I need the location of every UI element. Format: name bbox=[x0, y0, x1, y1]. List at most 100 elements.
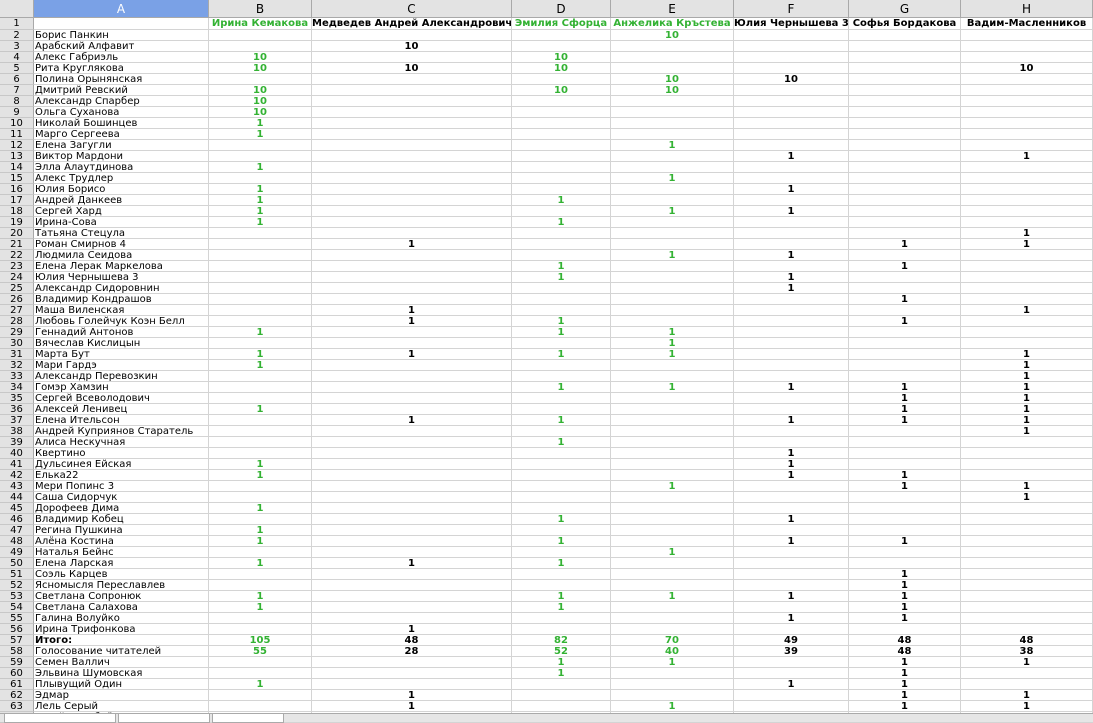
value-cell[interactable]: 1 bbox=[849, 294, 961, 305]
value-cell[interactable] bbox=[734, 558, 849, 569]
value-cell[interactable] bbox=[209, 272, 312, 283]
value-cell[interactable] bbox=[734, 371, 849, 382]
value-cell[interactable] bbox=[512, 701, 611, 712]
name-cell[interactable]: Алиса Нескучная bbox=[34, 437, 209, 448]
value-cell[interactable] bbox=[312, 294, 512, 305]
value-cell[interactable] bbox=[734, 239, 849, 250]
value-cell[interactable] bbox=[512, 448, 611, 459]
value-cell[interactable] bbox=[734, 217, 849, 228]
row-header[interactable]: 26 bbox=[0, 294, 34, 305]
value-cell[interactable] bbox=[961, 74, 1093, 85]
value-cell[interactable] bbox=[209, 580, 312, 591]
name-cell[interactable]: Полина Орынянская bbox=[34, 74, 209, 85]
value-cell[interactable] bbox=[512, 283, 611, 294]
value-cell[interactable] bbox=[611, 624, 734, 635]
value-cell[interactable] bbox=[512, 30, 611, 41]
value-cell[interactable] bbox=[849, 459, 961, 470]
value-cell[interactable] bbox=[849, 448, 961, 459]
value-cell[interactable] bbox=[312, 74, 512, 85]
value-cell[interactable] bbox=[961, 85, 1093, 96]
value-cell[interactable]: 1 bbox=[611, 481, 734, 492]
name-cell[interactable]: Алёна Костина bbox=[34, 536, 209, 547]
value-cell[interactable]: 1 bbox=[734, 250, 849, 261]
name-cell[interactable]: Саша Сидорчук bbox=[34, 492, 209, 503]
value-cell[interactable]: 70 bbox=[611, 635, 734, 646]
value-cell[interactable] bbox=[611, 129, 734, 140]
value-cell[interactable] bbox=[512, 151, 611, 162]
row-header[interactable]: 38 bbox=[0, 426, 34, 437]
name-cell[interactable]: Елена Загугли bbox=[34, 140, 209, 151]
value-cell[interactable] bbox=[312, 503, 512, 514]
value-cell[interactable] bbox=[611, 371, 734, 382]
name-cell[interactable]: Плывущий Один bbox=[34, 679, 209, 690]
value-cell[interactable]: 1 bbox=[611, 327, 734, 338]
value-cell[interactable] bbox=[961, 283, 1093, 294]
name-cell[interactable]: Лель Серый bbox=[34, 701, 209, 712]
name-cell[interactable]: Владимир Кобец bbox=[34, 514, 209, 525]
value-cell[interactable]: 1 bbox=[849, 690, 961, 701]
value-cell[interactable] bbox=[512, 679, 611, 690]
value-cell[interactable] bbox=[611, 261, 734, 272]
value-cell[interactable] bbox=[961, 470, 1093, 481]
value-cell[interactable]: 1 bbox=[849, 701, 961, 712]
value-cell[interactable] bbox=[512, 184, 611, 195]
value-cell[interactable] bbox=[611, 514, 734, 525]
value-cell[interactable]: 1 bbox=[312, 415, 512, 426]
value-cell[interactable]: 1 bbox=[512, 415, 611, 426]
name-cell[interactable]: Мари Гардэ bbox=[34, 360, 209, 371]
value-cell[interactable] bbox=[961, 327, 1093, 338]
row-header[interactable]: 24 bbox=[0, 272, 34, 283]
value-cell[interactable]: 49 bbox=[734, 635, 849, 646]
value-cell[interactable] bbox=[611, 492, 734, 503]
row-header[interactable]: 5 bbox=[0, 63, 34, 74]
cell-a1[interactable] bbox=[34, 18, 209, 30]
value-cell[interactable] bbox=[312, 679, 512, 690]
value-cell[interactable] bbox=[312, 492, 512, 503]
value-cell[interactable] bbox=[849, 107, 961, 118]
value-cell[interactable] bbox=[734, 338, 849, 349]
name-cell[interactable]: Арабский Алфавит bbox=[34, 41, 209, 52]
row-header[interactable]: 36 bbox=[0, 404, 34, 415]
value-cell[interactable]: 52 bbox=[512, 646, 611, 657]
value-cell[interactable] bbox=[961, 261, 1093, 272]
value-cell[interactable] bbox=[512, 470, 611, 481]
value-cell[interactable] bbox=[849, 162, 961, 173]
value-cell[interactable] bbox=[734, 404, 849, 415]
value-cell[interactable] bbox=[611, 162, 734, 173]
value-cell[interactable] bbox=[512, 140, 611, 151]
value-cell[interactable] bbox=[734, 492, 849, 503]
name-cell[interactable]: Мери Попинс 3 bbox=[34, 481, 209, 492]
value-cell[interactable] bbox=[209, 294, 312, 305]
name-cell[interactable]: Гомэр Хамзин bbox=[34, 382, 209, 393]
value-cell[interactable]: 1 bbox=[512, 272, 611, 283]
value-cell[interactable] bbox=[209, 393, 312, 404]
value-cell[interactable] bbox=[512, 547, 611, 558]
value-cell[interactable] bbox=[312, 30, 512, 41]
row-header[interactable]: 21 bbox=[0, 239, 34, 250]
value-cell[interactable] bbox=[312, 404, 512, 415]
value-cell[interactable] bbox=[312, 569, 512, 580]
value-cell[interactable]: 1 bbox=[512, 382, 611, 393]
row-header[interactable]: 16 bbox=[0, 184, 34, 195]
value-cell[interactable]: 10 bbox=[209, 52, 312, 63]
name-cell[interactable]: Ирина-Сова bbox=[34, 217, 209, 228]
value-cell[interactable] bbox=[209, 668, 312, 679]
value-cell[interactable] bbox=[312, 536, 512, 547]
value-cell[interactable]: 1 bbox=[961, 690, 1093, 701]
name-cell[interactable]: Марта Бут bbox=[34, 349, 209, 360]
value-cell[interactable] bbox=[849, 173, 961, 184]
value-cell[interactable] bbox=[512, 294, 611, 305]
name-cell[interactable]: Александр Сидоровнин bbox=[34, 283, 209, 294]
value-cell[interactable] bbox=[734, 349, 849, 360]
value-cell[interactable]: 48 bbox=[849, 646, 961, 657]
value-cell[interactable] bbox=[209, 371, 312, 382]
value-cell[interactable] bbox=[611, 679, 734, 690]
value-cell[interactable] bbox=[734, 316, 849, 327]
value-cell[interactable]: 1 bbox=[209, 536, 312, 547]
row-header[interactable]: 57 bbox=[0, 635, 34, 646]
value-cell[interactable] bbox=[849, 63, 961, 74]
name-cell[interactable]: Алекс Габриэль bbox=[34, 52, 209, 63]
value-cell[interactable] bbox=[611, 503, 734, 514]
name-cell[interactable]: Итого: bbox=[34, 635, 209, 646]
value-cell[interactable]: 1 bbox=[611, 140, 734, 151]
